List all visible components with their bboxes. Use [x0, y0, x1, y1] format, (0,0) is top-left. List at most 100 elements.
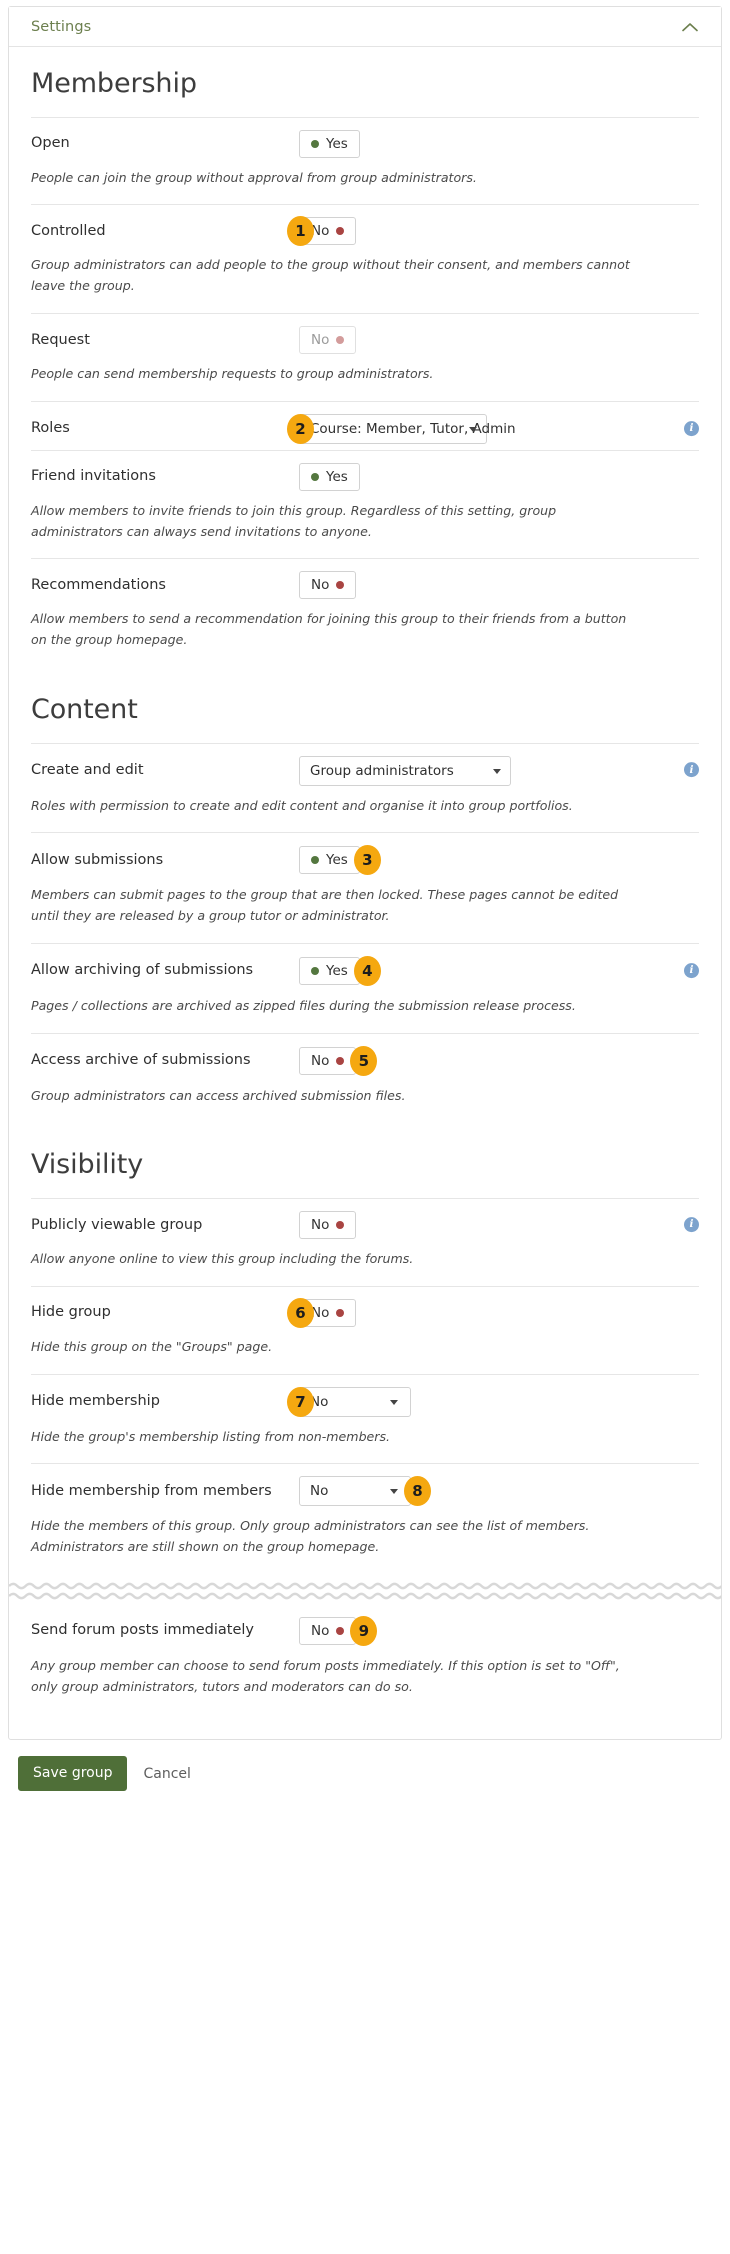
info-icon[interactable]: i — [684, 762, 699, 778]
toggle-allow-submissions[interactable]: Yes — [299, 846, 360, 875]
annotation-badge-5: 5 — [350, 1045, 378, 1076]
field-open: Open Yes People can join the group without… — [31, 118, 699, 205]
toggle-recommendations[interactable]: No — [299, 571, 357, 600]
section-heading: Content — [31, 693, 138, 725]
status-dot-icon — [336, 1308, 345, 1317]
field-label: Create and edit — [31, 762, 144, 779]
field-row: Allow archiving of submissions Yes 4 i — [31, 944, 699, 992]
info-icon[interactable]: i — [684, 1216, 699, 1232]
field-label: Allow archiving of submissions — [31, 962, 254, 979]
field-help-text: Hide this group on the "Groups" page. — [31, 1338, 273, 1354]
status-dot-icon — [311, 966, 319, 975]
field-control: 6 No — [287, 1297, 699, 1328]
field-row: Friend invitations Yes — [31, 451, 699, 497]
settings-panel-header[interactable]: Settings — [9, 7, 721, 47]
torn-page-divider — [9, 1580, 721, 1602]
info-slot: i — [684, 958, 699, 978]
info-icon[interactable]: i — [684, 420, 699, 436]
chevron-down-icon — [390, 1489, 398, 1495]
toggle-value: No — [311, 1217, 330, 1234]
select-hide-membership-from-members[interactable]: No — [299, 1476, 411, 1507]
field-row: Controlled 1 No — [31, 205, 699, 251]
cancel-link[interactable]: Cancel — [143, 1766, 190, 1782]
field-recommendations: Recommendations No Allow members to send a… — [31, 559, 699, 667]
annotation-badge-9: 9 — [350, 1615, 378, 1646]
field-control: Yes 3 — [299, 845, 699, 876]
info-slot: i — [684, 1212, 699, 1232]
toggle-value: Yes — [326, 135, 348, 152]
field-label: Publicly viewable group — [31, 1216, 203, 1233]
chevron-down-icon — [493, 768, 501, 774]
form-actions: Save group Cancel — [8, 1740, 722, 1801]
field-row: Open Yes — [31, 118, 699, 164]
toggle-send-forum-posts-immediately[interactable]: No — [299, 1616, 357, 1645]
chevron-down-icon — [469, 426, 477, 432]
field-control: No — [299, 571, 699, 600]
field-label: Hide membership from members — [31, 1482, 272, 1499]
status-dot-icon — [336, 1626, 345, 1635]
field-label: Send forum posts immediately — [31, 1622, 255, 1639]
select-value: No — [310, 1483, 329, 1500]
status-dot-icon — [336, 227, 345, 236]
toggle-value: No — [311, 331, 330, 348]
toggle-allow-archiving-of-submissions[interactable]: Yes — [299, 956, 360, 985]
annotation-badge-4: 4 — [353, 955, 381, 986]
select-hide-membership[interactable]: No — [299, 1386, 411, 1417]
status-dot-icon — [311, 139, 319, 148]
field-control: Yes 4 — [299, 955, 699, 986]
field-row: Hide membership 7 No — [31, 1375, 699, 1423]
field-control: Group administrators — [299, 755, 699, 786]
field-controlled: Controlled 1 No Group administrators can ad… — [31, 205, 699, 313]
field-allow-archiving-of-submissions: Allow archiving of submissions Yes 4 i Pages… — [31, 944, 699, 1033]
chevron-down-icon — [390, 1399, 398, 1405]
annotation-badge-1: 1 — [287, 216, 314, 247]
select-create-and-edit[interactable]: Group administrators — [299, 755, 511, 786]
toggle-open[interactable]: Yes — [299, 129, 360, 158]
field-control: No 5 — [299, 1045, 699, 1076]
field-row: Send forum posts immediately No 9 — [31, 1604, 699, 1652]
field-control: Yes — [299, 462, 699, 491]
field-row: Create and edit Group administrators i — [31, 744, 699, 792]
field-control: No — [299, 325, 699, 354]
field-row: Publicly viewable group No i — [31, 1199, 699, 1245]
select-value: Group administrators — [310, 762, 454, 779]
field-control: No 9 — [299, 1615, 699, 1646]
toggle-value: No — [311, 577, 330, 594]
annotation-badge-3: 3 — [353, 845, 381, 876]
settings-panel: Settings Membership Open Yes People can joi… — [8, 6, 722, 1741]
toggle-publicly-viewable-group[interactable]: No — [299, 1211, 357, 1240]
panel-title: Settings — [31, 18, 92, 35]
field-request: Request No People can send membership requ… — [31, 314, 699, 401]
field-label: Controlled — [31, 223, 106, 240]
field-control: No 8 — [299, 1476, 699, 1507]
field-create-and-edit: Create and edit Group administrators i Role… — [31, 744, 699, 833]
section-heading: Visibility — [31, 1149, 144, 1181]
field-control: Yes — [299, 129, 699, 158]
field-row: Hide group 6 No — [31, 1287, 699, 1333]
select-value: Course: Member, Tutor, Admin — [310, 420, 516, 437]
field-row: Allow submissions Yes 3 — [31, 833, 699, 881]
toggle-access-archive-of-submissions[interactable]: No — [299, 1046, 357, 1075]
field-label: Hide membership — [31, 1393, 160, 1410]
field-publicly-viewable-group: Publicly viewable group No i Allow anyone o… — [31, 1199, 699, 1286]
settings-panel-body: Membership Open Yes People can join the gro… — [9, 69, 721, 1739]
field-help-text: Group administrators can access archived… — [31, 1087, 406, 1103]
field-control: No — [299, 1211, 699, 1240]
toggle-friend-invitations[interactable]: Yes — [299, 462, 360, 491]
chevron-up-icon[interactable] — [681, 18, 699, 36]
status-dot-icon — [336, 335, 345, 344]
toggle-value: Yes — [326, 852, 348, 869]
info-slot: i — [684, 416, 699, 436]
field-help-text: Hide the group's membership listing from… — [31, 1428, 391, 1444]
field-label: Open — [31, 135, 70, 152]
info-icon[interactable]: i — [684, 962, 699, 978]
field-label: Allow submissions — [31, 851, 164, 868]
field-allow-submissions: Allow submissions Yes 3 Members can submit … — [31, 833, 699, 943]
select-roles[interactable]: Course: Member, Tutor, Admin — [299, 413, 516, 444]
field-control: 2 Course: Member, Tutor, Admin — [287, 413, 699, 444]
field-help-text: Allow members to invite friends to join … — [31, 502, 557, 539]
field-label: Hide group — [31, 1304, 111, 1321]
save-group-button[interactable]: Save group — [18, 1756, 128, 1792]
annotation-badge-2: 2 — [287, 413, 314, 444]
toggle-request: No — [299, 325, 357, 354]
